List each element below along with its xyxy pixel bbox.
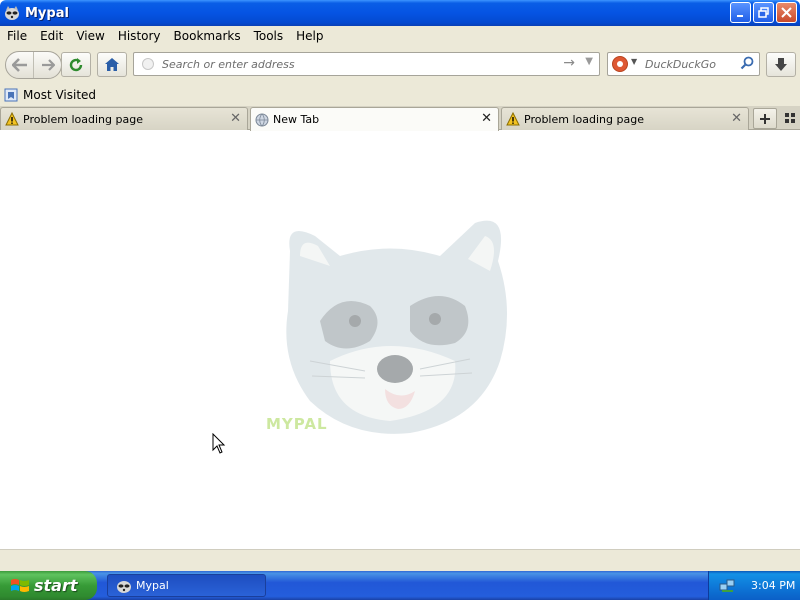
warning-icon [506, 112, 520, 126]
raccoon-app-icon [5, 6, 19, 20]
all-tabs-grid-icon[interactable] [783, 111, 797, 125]
search-input[interactable] [643, 55, 738, 73]
mypal-logo-text: MYPAL [266, 415, 328, 433]
start-label: start [34, 576, 78, 595]
windows-flag-icon [11, 578, 29, 592]
taskbar-item-label: Mypal [136, 579, 169, 592]
warning-icon [5, 112, 19, 126]
reload-icon [69, 57, 83, 71]
globe-icon [255, 113, 269, 126]
search-icon[interactable] [740, 56, 754, 73]
bookmarks-toolbar: Most Visited [0, 84, 800, 106]
menu-help[interactable]: Help [289, 29, 329, 43]
tab-close-icon[interactable]: ✕ [481, 111, 492, 126]
address-bar[interactable]: → ▼ [133, 52, 600, 76]
tab-problem-loading-2[interactable]: Problem loading page ✕ [501, 107, 749, 130]
menu-tools[interactable]: Tools [247, 29, 290, 43]
window-title: Mypal [25, 5, 69, 21]
page-content: MYPAL [0, 131, 800, 549]
windows-taskbar: start Mypal 3:04 PM [0, 571, 800, 600]
home-icon [105, 58, 119, 71]
back-forward-group [5, 51, 62, 79]
search-bar[interactable]: ▼ [607, 52, 760, 76]
close-button[interactable] [776, 2, 797, 23]
back-button[interactable] [6, 52, 34, 78]
raccoon-watermark-image [286, 220, 508, 434]
url-input[interactable] [160, 55, 550, 73]
tab-strip: Problem loading page ✕ New Tab ✕ Problem… [0, 106, 800, 131]
menu-bookmarks[interactable]: Bookmarks [167, 29, 247, 43]
taskbar-item-mypal[interactable]: Mypal [107, 574, 266, 597]
status-bar [0, 549, 800, 571]
tab-close-icon[interactable]: ✕ [230, 111, 241, 126]
menu-bar: File Edit View History Bookmarks Tools H… [0, 26, 800, 46]
raccoon-app-icon [117, 580, 131, 593]
back-arrow-icon [11, 58, 27, 72]
forward-arrow-icon [42, 59, 55, 71]
minimize-button[interactable] [730, 2, 751, 23]
network-icon[interactable] [719, 578, 735, 594]
reload-button[interactable] [61, 52, 91, 77]
start-button[interactable]: start [0, 571, 97, 600]
tab-label: Problem loading page [23, 112, 143, 126]
duckduckgo-icon[interactable] [612, 56, 628, 72]
home-button[interactable] [97, 52, 127, 77]
tab-problem-loading-1[interactable]: Problem loading page ✕ [0, 107, 248, 130]
menu-edit[interactable]: Edit [33, 29, 69, 43]
forward-button[interactable] [36, 52, 60, 78]
tab-new-tab[interactable]: New Tab ✕ [250, 107, 499, 131]
bookmark-most-visited[interactable]: Most Visited [23, 88, 96, 102]
menu-file[interactable]: File [0, 29, 33, 43]
minimize-icon [736, 14, 743, 17]
bookmarks-folder-icon [4, 88, 18, 102]
menu-view[interactable]: View [69, 29, 110, 43]
plus-icon [760, 113, 770, 124]
go-arrow-icon[interactable]: → [563, 55, 575, 71]
history-dropdown-icon[interactable]: ▼ [585, 56, 593, 67]
downloads-button[interactable] [766, 52, 796, 77]
close-icon [781, 7, 792, 18]
restore-button[interactable] [753, 2, 774, 23]
tab-close-icon[interactable]: ✕ [731, 111, 742, 126]
mouse-pointer-icon [212, 433, 226, 454]
system-tray: 3:04 PM [708, 571, 800, 600]
identity-globe-icon[interactable] [142, 58, 154, 70]
clock[interactable]: 3:04 PM [751, 579, 795, 592]
tab-label: New Tab [273, 113, 320, 126]
menu-history[interactable]: History [111, 29, 167, 43]
download-arrow-icon [775, 58, 787, 71]
tab-label: Problem loading page [524, 112, 644, 126]
window-titlebar[interactable]: Mypal [0, 0, 800, 26]
engine-dropdown-icon[interactable]: ▼ [631, 57, 637, 66]
new-tab-button[interactable] [753, 108, 777, 129]
restore-icon [758, 7, 769, 18]
navigation-toolbar: → ▼ ▼ [0, 46, 800, 84]
